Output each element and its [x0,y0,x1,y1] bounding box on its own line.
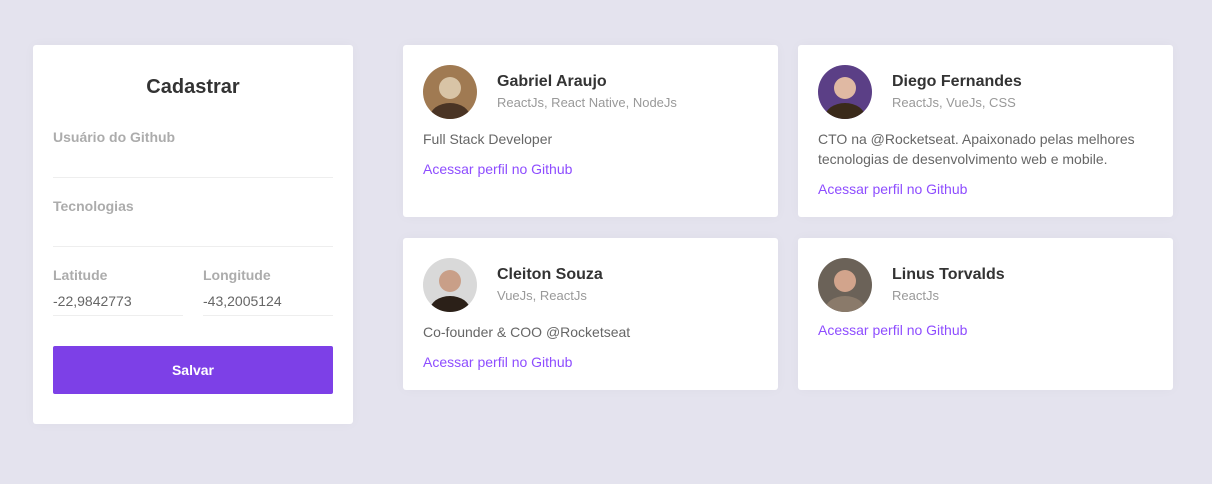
register-form-card: Cadastrar Usuário do Github Tecnologias … [33,45,353,424]
dev-techs: VueJs, ReactJs [497,288,587,303]
avatar [423,65,477,119]
longitude-input[interactable] [203,286,333,316]
github-username-input[interactable] [53,148,333,178]
save-button[interactable]: Salvar [53,346,333,394]
dev-techs: ReactJs, VueJs, CSS [892,95,1016,110]
dev-name: Cleiton Souza [497,266,603,283]
github-profile-link[interactable]: Acessar perfil no Github [423,161,572,177]
dev-techs: ReactJs [892,288,939,303]
github-profile-link[interactable]: Acessar perfil no Github [818,322,967,338]
dev-card: Linus Torvalds ReactJs Acessar perfil no… [798,238,1173,390]
avatar [423,258,477,312]
technologies-input[interactable] [53,217,333,247]
latitude-label: Latitude [53,267,108,283]
latitude-input[interactable] [53,286,183,316]
technologies-label: Tecnologias [53,198,134,214]
longitude-label: Longitude [203,267,271,283]
dev-bio: Co-founder & COO @Rocketseat [423,324,631,340]
github-profile-link[interactable]: Acessar perfil no Github [818,181,967,197]
dev-name: Linus Torvalds [892,266,1005,283]
avatar [818,258,872,312]
dev-card: Gabriel Araujo ReactJs, React Native, No… [403,45,778,217]
dev-name: Gabriel Araujo [497,73,607,90]
form-title: Cadastrar [146,76,240,98]
github-profile-link[interactable]: Acessar perfil no Github [423,354,572,370]
dev-bio: CTO na @Rocketseat. Apaixonado pelas mel… [818,131,1135,167]
dev-name: Diego Fernandes [892,73,1022,90]
dev-techs: ReactJs, React Native, NodeJs [497,95,677,110]
avatar [818,65,872,119]
dev-bio: Full Stack Developer [423,131,553,147]
dev-card: Cleiton Souza VueJs, ReactJs Co-founder … [403,238,778,390]
dev-card: Diego Fernandes ReactJs, VueJs, CSS CTO … [798,45,1173,217]
github-username-label: Usuário do Github [53,129,176,145]
